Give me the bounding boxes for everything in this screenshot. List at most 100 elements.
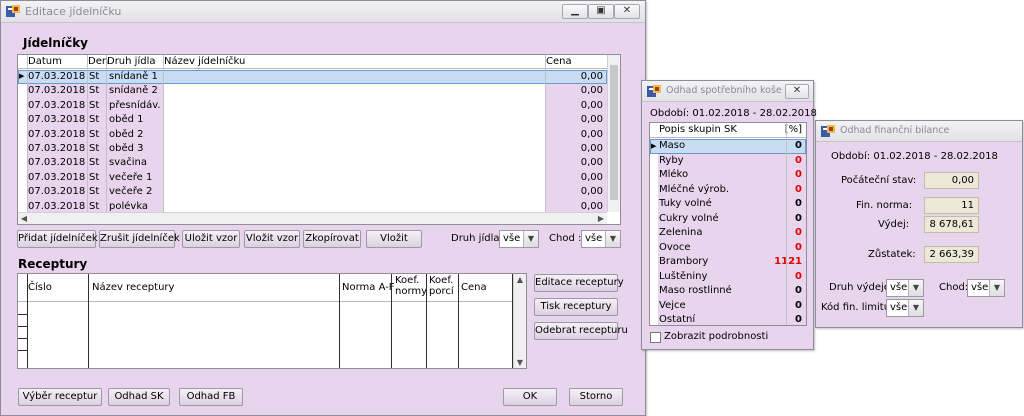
sk-group-name: Maso rostlinné bbox=[659, 285, 732, 296]
list-item[interactable]: Ovoce 0 bbox=[650, 240, 806, 255]
col-header-popis[interactable]: Popis skupin SK bbox=[659, 124, 737, 135]
recipes-vertical-scrollbar[interactable]: ▲ ▼ bbox=[513, 274, 526, 368]
cell-den: St bbox=[89, 128, 100, 140]
menus-grid[interactable]: Datum Den Druh jídla Název jídelníčku Ce… bbox=[17, 54, 621, 225]
remove-recipe-button[interactable]: Odebrat recepturu bbox=[534, 322, 628, 340]
cell-den: St bbox=[89, 71, 100, 82]
sk-group-pct: 0 bbox=[795, 270, 802, 282]
col-header-cena[interactable]: Cena bbox=[546, 56, 572, 67]
list-item[interactable]: Maso 0 ▶ bbox=[650, 139, 806, 154]
maximize-button[interactable]: ▣ bbox=[588, 4, 614, 19]
fb-titlebar[interactable]: Odhad finanční bilance bbox=[816, 121, 1022, 142]
save-template-button[interactable]: Uložit vzor bbox=[182, 230, 240, 248]
cell-den: St bbox=[89, 157, 100, 169]
list-item[interactable]: Vejce 0 bbox=[650, 298, 806, 313]
expense-label: Výdej: bbox=[878, 219, 910, 230]
column-divider bbox=[163, 55, 164, 212]
limit-code-select[interactable]: vše ▼ bbox=[886, 299, 924, 317]
col-header-nazev[interactable]: Název jídelníčku bbox=[164, 56, 245, 67]
menus-horizontal-scrollbar[interactable]: ◀ ▶ bbox=[18, 212, 607, 224]
estimate-sk-button[interactable]: Odhad SK bbox=[108, 388, 170, 406]
list-item[interactable]: Maso rostlinné 0 bbox=[650, 284, 806, 299]
list-item[interactable]: Ryby 0 bbox=[650, 153, 806, 168]
meal-type-value: vše bbox=[503, 233, 521, 244]
column-divider bbox=[786, 123, 787, 325]
cell-datum: 07.03.2018 bbox=[28, 85, 86, 97]
close-button[interactable]: ✕ bbox=[785, 84, 809, 99]
list-item[interactable]: Zelenina 0 bbox=[650, 226, 806, 241]
cancel-menu-button[interactable]: Zrušit jídelníček bbox=[99, 230, 180, 248]
sk-grid[interactable]: Popis skupin SK [%] Maso 0 ▶ Ryby 0 Mléko 0 Mlé… bbox=[649, 122, 807, 326]
paste-button[interactable]: Vložit bbox=[366, 230, 422, 248]
chevron-down-icon[interactable]: ▼ bbox=[908, 280, 923, 296]
expense-type-select[interactable]: vše ▼ bbox=[886, 279, 924, 297]
row-tick bbox=[18, 338, 27, 339]
edit-recipe-button[interactable]: Editace receptury bbox=[534, 274, 624, 292]
ok-button[interactable]: OK bbox=[503, 388, 557, 406]
chevron-down-icon[interactable]: ▼ bbox=[989, 280, 1004, 296]
col-header-cena-receptury[interactable]: Cena bbox=[461, 282, 487, 293]
close-button[interactable]: ✕ bbox=[614, 4, 640, 19]
initial-balance-value: 0,00 bbox=[924, 172, 979, 189]
cell-cena: 0,00 bbox=[580, 171, 603, 183]
list-item[interactable]: Luštěniny 0 bbox=[650, 269, 806, 284]
col-header-druh[interactable]: Druh jídla bbox=[107, 56, 155, 67]
estimate-fb-button[interactable]: Odhad FB bbox=[179, 388, 243, 406]
row-indicator-icon: ▶ bbox=[651, 142, 657, 150]
list-item[interactable]: Tuky volné 0 bbox=[650, 197, 806, 212]
scroll-up-icon[interactable]: ▲ bbox=[514, 275, 526, 284]
cell-datum: 07.03.2018 bbox=[28, 114, 86, 126]
col-header-nazev-receptury[interactable]: Název receptury bbox=[92, 282, 174, 293]
storno-button[interactable]: Storno bbox=[569, 388, 623, 406]
col-header-pct[interactable]: [%] bbox=[785, 124, 802, 135]
fb-window: Odhad finanční bilance Období: 01.02.201… bbox=[815, 120, 1023, 328]
col-header-koef-normy[interactable]: Koef. normy bbox=[395, 275, 427, 297]
scroll-down-icon[interactable]: ▼ bbox=[514, 358, 526, 367]
column-divider bbox=[426, 274, 427, 368]
col-header-norma[interactable]: Norma A-F bbox=[342, 282, 395, 293]
sk-titlebar[interactable]: Odhad spotřebního koše ✕ bbox=[642, 81, 813, 102]
chevron-down-icon[interactable]: ▼ bbox=[523, 231, 538, 247]
column-divider bbox=[27, 55, 28, 212]
add-menu-button[interactable]: Přidat jídelníček bbox=[17, 230, 98, 248]
print-recipe-button[interactable]: Tisk receptury bbox=[534, 298, 618, 316]
details-checkbox-label[interactable]: Zobrazit podrobnosti bbox=[664, 331, 768, 342]
select-recipes-button[interactable]: Výběr receptur bbox=[18, 388, 102, 406]
scroll-right-icon[interactable]: ▶ bbox=[595, 214, 607, 223]
insert-template-button[interactable]: Vložit vzor bbox=[244, 230, 300, 248]
details-checkbox[interactable] bbox=[650, 332, 661, 343]
cell-druh: večeře 1 bbox=[109, 171, 153, 183]
col-header-datum[interactable]: Datum bbox=[28, 56, 62, 67]
cell-druh: přesnídáv. bbox=[109, 99, 161, 111]
col-header-koef-porci[interactable]: Koef. porcí bbox=[429, 275, 459, 297]
column-divider bbox=[339, 274, 340, 368]
list-item[interactable]: Brambory 1121 bbox=[650, 255, 806, 270]
initial-balance-label: Počáteční stav: bbox=[841, 175, 917, 186]
minimize-button[interactable]: ▁ bbox=[562, 4, 588, 19]
copy-button[interactable]: Zkopírovat bbox=[303, 230, 361, 248]
chevron-down-icon[interactable]: ▼ bbox=[908, 300, 923, 316]
course-select[interactable]: vše ▼ bbox=[581, 230, 621, 248]
list-item[interactable]: Ostatní 0 bbox=[650, 313, 806, 325]
column-divider bbox=[88, 274, 89, 368]
fb-course-select[interactable]: vše ▼ bbox=[967, 279, 1005, 297]
cell-cena: 0,00 bbox=[580, 157, 603, 169]
sk-group-pct: 0 bbox=[795, 285, 802, 296]
main-titlebar[interactable]: Editace jídelníčku ▁ ▣ ✕ bbox=[1, 1, 645, 23]
sk-group-name: Zelenina bbox=[659, 227, 703, 238]
fb-course-label: Chod: bbox=[939, 282, 969, 293]
column-divider bbox=[458, 274, 459, 368]
meal-type-select[interactable]: vše ▼ bbox=[499, 230, 539, 248]
chevron-down-icon[interactable]: ▼ bbox=[605, 231, 620, 247]
recipes-grid[interactable]: Číslo Název receptury Norma A-F Koef. no… bbox=[17, 273, 527, 369]
cell-druh: večeře 2 bbox=[109, 186, 153, 198]
menus-vertical-scrollbar[interactable] bbox=[607, 55, 620, 212]
list-item[interactable]: Cukry volné 0 bbox=[650, 211, 806, 226]
list-item[interactable]: Mléčné výrob. 0 bbox=[650, 182, 806, 197]
sk-grid-header: Popis skupin SK [%] bbox=[650, 123, 806, 138]
cell-den: St bbox=[89, 99, 100, 111]
cell-datum: 07.03.2018 bbox=[28, 157, 86, 169]
list-item[interactable]: Mléko 0 bbox=[650, 168, 806, 183]
scroll-left-icon[interactable]: ◀ bbox=[18, 214, 30, 223]
col-header-cislo[interactable]: Číslo bbox=[28, 282, 52, 293]
